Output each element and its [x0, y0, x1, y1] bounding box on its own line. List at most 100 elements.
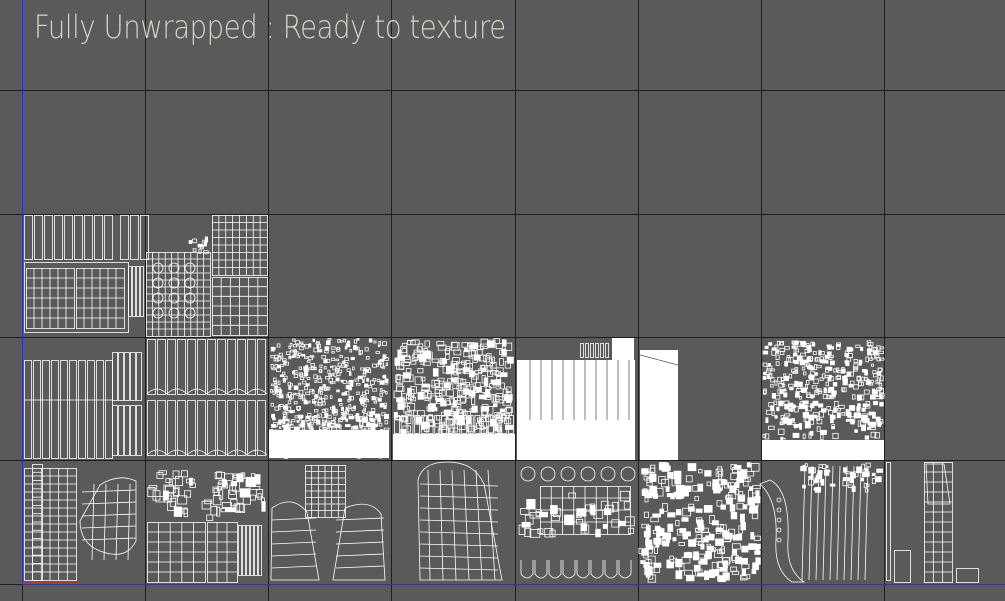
- uv-shell: [302, 394, 306, 400]
- uv-shell: [851, 486, 856, 492]
- uv-shell: [687, 463, 697, 472]
- uv-shell: [834, 400, 839, 408]
- uv-shell: [348, 415, 354, 420]
- uv-shell: [857, 420, 862, 427]
- uv-shell: [282, 418, 286, 424]
- uv-shell: [356, 338, 360, 341]
- uv-shell: [405, 368, 412, 374]
- uv-edge: [419, 519, 499, 523]
- uv-shell: [759, 479, 806, 583]
- uv-shell: [827, 388, 831, 394]
- uv-shell: [652, 513, 661, 518]
- uv-shell: [365, 356, 370, 360]
- uv-shell: [837, 408, 841, 412]
- uv-shell: [808, 479, 815, 486]
- uv-circle-shell: [776, 527, 782, 533]
- uv-tile-mixed-grid: [147, 470, 266, 583]
- uv-shell: [289, 342, 293, 347]
- uv-shell: [377, 417, 381, 423]
- uv-shell: [695, 508, 703, 513]
- uv-shell: [838, 404, 845, 409]
- uv-shell: [864, 435, 870, 440]
- uv-shell: [499, 372, 508, 378]
- uv-circle-shell: [152, 277, 164, 289]
- uv-shell: [831, 390, 837, 395]
- uv-shell: [451, 341, 459, 349]
- uv-shell: [500, 382, 505, 390]
- uv-shell: [370, 418, 375, 423]
- uv-shell: [865, 356, 869, 363]
- uv-edge: [246, 388, 268, 395]
- uv-edge: [166, 449, 188, 456]
- uv-shell: [375, 397, 378, 401]
- uv-shell: [172, 470, 180, 479]
- uv-shell: [333, 372, 338, 377]
- uv-shell: [851, 394, 856, 400]
- uv-dense-region: [640, 350, 678, 460]
- uv-circle-shell: [776, 507, 782, 513]
- uv-shell: [207, 339, 216, 395]
- uv-shell: [371, 427, 376, 433]
- uv-shell: [813, 487, 820, 491]
- uv-tile-chair-shell: [24, 464, 137, 581]
- uv-edge: [271, 541, 317, 545]
- uv-shell: [715, 538, 724, 546]
- uv-shell: [798, 403, 806, 410]
- uv-shell: [814, 372, 818, 376]
- uv-shell: [295, 340, 300, 345]
- uv-shell: [627, 527, 635, 534]
- uv-edge: [226, 388, 248, 395]
- uv-shell: [768, 425, 775, 430]
- uv-shell: [442, 365, 447, 374]
- uv-shell: [239, 488, 251, 498]
- uv-shell: [424, 340, 430, 348]
- uv-shell: [337, 338, 341, 343]
- uv-shell: [445, 353, 450, 360]
- uv-shell: [350, 356, 355, 361]
- uv-shell: [177, 400, 186, 456]
- uv-shell: [349, 349, 353, 353]
- uv-edge: [81, 537, 137, 541]
- uv-shell: [87, 360, 95, 459]
- uv-shell: [379, 402, 384, 408]
- uv-shell: [811, 394, 815, 398]
- uv-circle-shell: [184, 262, 196, 274]
- uv-editor-viewport[interactable]: Fully Unwrapped : Ready to texture: [0, 0, 1005, 601]
- uv-shell: [375, 351, 380, 354]
- uv-shell: [870, 379, 874, 384]
- uv-edge: [419, 567, 499, 571]
- uv-shell: [844, 375, 848, 379]
- uv-shell: [278, 426, 282, 430]
- uv-circle-shell: [168, 262, 180, 274]
- uv-shell: [456, 419, 465, 426]
- uv-shell: [407, 402, 416, 411]
- uv-edge: [836, 465, 841, 581]
- uv-edge: [81, 489, 137, 493]
- uv-shell: [743, 478, 749, 487]
- uv-shell: [854, 429, 858, 433]
- uv-shell: [806, 379, 810, 385]
- uv-edge: [335, 565, 385, 569]
- uv-shell: [861, 407, 866, 412]
- uv-shell: [197, 339, 206, 395]
- uv-shell: [843, 467, 848, 473]
- uv-shell: [378, 422, 383, 427]
- uv-shell: [331, 409, 335, 414]
- uv-shell: [292, 338, 296, 342]
- uv-shell: [855, 344, 861, 348]
- uv-edge: [186, 388, 208, 395]
- uv-shell: [675, 520, 680, 527]
- uv-shell: [681, 517, 689, 522]
- uv-shell: [336, 389, 340, 393]
- uv-shell: [667, 523, 674, 532]
- uv-shell: [802, 433, 806, 440]
- uv-shell: [261, 501, 266, 512]
- uv-shell: [327, 414, 332, 419]
- uv-shell: [867, 351, 872, 356]
- uv-shell: [746, 462, 752, 468]
- uv-shell: [826, 406, 831, 411]
- uv-shell: [697, 572, 705, 577]
- uv-shell: [712, 569, 719, 577]
- uv-shell: [871, 363, 875, 367]
- uv-circle-shell: [620, 466, 636, 482]
